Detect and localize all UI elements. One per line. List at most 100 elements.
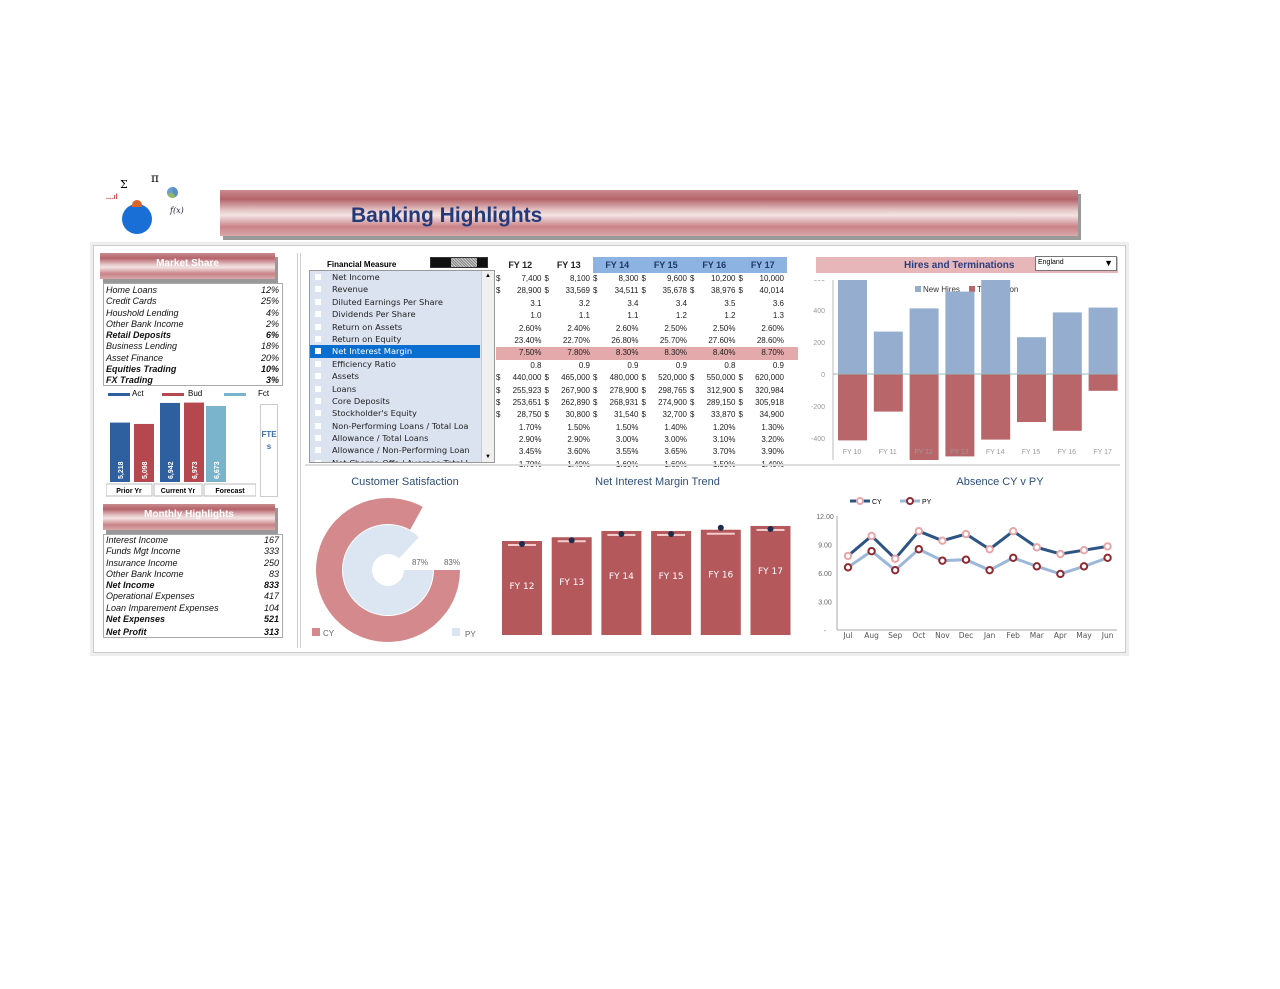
item-value: 333: [263, 546, 279, 557]
measure-option[interactable]: Net Charge-Offs / Average Total L: [310, 457, 494, 462]
year-header: FY 17: [738, 257, 787, 273]
scroll-control[interactable]: [430, 257, 488, 268]
table-cell: 3.4: [642, 298, 691, 310]
measure-option[interactable]: Core Deposits: [310, 395, 494, 407]
cell-value: 8.70%: [761, 348, 784, 358]
table-cell: 1.2: [642, 310, 691, 322]
cell-value: 274,900: [658, 397, 687, 407]
measure-option[interactable]: Assets: [310, 370, 494, 382]
cell-value: 2.60%: [761, 323, 784, 333]
y-tick-label: 3.00: [818, 600, 832, 607]
y-tick-label: -200: [811, 404, 825, 411]
cell-value: 3.4: [675, 298, 687, 308]
table-row: 2.60% 2.40% 2.60% 2.50% 2.50% 2.60%: [496, 323, 798, 335]
table-cell: $9,600: [642, 273, 691, 285]
table-cell: 0.9: [739, 360, 788, 372]
fte-side-label: FTEs: [260, 404, 278, 497]
point-CY: [938, 536, 947, 545]
fte-bar: 6,673: [206, 406, 226, 482]
table-cell: $38,976: [690, 285, 739, 297]
cell-value: 2.90%: [567, 435, 590, 445]
table-cell: 3.90%: [739, 446, 788, 458]
y-tick-label: -400: [811, 436, 825, 443]
table-cell: 3.2: [545, 298, 594, 310]
cell-value: 26.80%: [611, 335, 639, 345]
bar-highlight: [706, 532, 735, 535]
measure-option[interactable]: Net Interest Margin: [310, 345, 480, 358]
cell-value: 33,870: [711, 410, 736, 420]
cell-value: 35,678: [662, 286, 687, 296]
cell-value: 3.90%: [761, 447, 784, 457]
cell-value: 268,931: [609, 397, 639, 407]
item-value: 4%: [265, 307, 279, 318]
measure-option[interactable]: Return on Equity: [310, 333, 494, 345]
measure-option[interactable]: Diluted Earnings Per Share: [310, 296, 494, 308]
x-tick-label: FY 15: [1022, 449, 1041, 456]
fte-legend: Act Bud Fct: [106, 388, 286, 400]
measure-option[interactable]: Stockholder's Equity: [310, 407, 494, 419]
table-row: $440,000 $465,000 $480,000 $520,000 $550,000…: [496, 372, 798, 384]
measure-option[interactable]: Net Income: [310, 271, 494, 283]
table-cell: 3.5: [690, 298, 739, 310]
cell-value: 0.9: [627, 360, 639, 370]
cell-value: 1.1: [627, 311, 639, 321]
cell-value: 262,890: [561, 397, 590, 407]
region-select[interactable]: England ▼: [1035, 256, 1117, 271]
cell-value: 305,918: [755, 397, 784, 407]
point-PY: [938, 556, 947, 565]
point-CY: [867, 531, 876, 541]
table-cell: 23.40%: [496, 335, 545, 347]
table-cell: 1.40%: [642, 422, 691, 434]
point-PY: [914, 545, 924, 554]
measure-option[interactable]: Dividends Per Share: [310, 308, 494, 320]
measure-option[interactable]: Loans: [310, 383, 494, 395]
cell-value: 3.1: [530, 298, 542, 308]
y-tick-label: 600: [813, 280, 825, 283]
cy-ring: [316, 498, 460, 642]
table-cell: 22.70%: [545, 335, 594, 347]
item-value: 10%: [260, 364, 279, 375]
chevron-down-icon[interactable]: ▼: [1104, 258, 1113, 268]
item-label: Houshold Lending: [106, 307, 179, 318]
table-cell: 2.60%: [496, 323, 545, 335]
table-cell: 0.8: [496, 360, 545, 372]
measure-option[interactable]: Allowance / Non-Performing Loan: [310, 444, 494, 456]
listbox-scrollbar[interactable]: ▲ ▼: [481, 271, 494, 462]
hires-bar: [873, 331, 903, 374]
item-label: Equities Trading: [106, 364, 177, 375]
measure-option[interactable]: Revenue: [310, 283, 494, 295]
table-cell: $35,678: [642, 285, 691, 297]
currency-symbol: $: [641, 373, 646, 383]
hires-bar: [981, 280, 1011, 374]
x-tick-label: FY 11: [879, 449, 897, 456]
item-label: Credit Cards: [106, 296, 157, 307]
measure-option[interactable]: Non-Performing Loans / Total Loa: [310, 420, 494, 432]
currency-symbol: $: [641, 397, 646, 407]
measure-option[interactable]: Return on Assets: [310, 321, 494, 333]
region-select-value: England: [1038, 259, 1064, 266]
point-PY: [1032, 562, 1042, 571]
item-label: Net Profit: [106, 626, 147, 637]
measure-option[interactable]: Efficiency Ratio: [310, 358, 494, 370]
item-value: 3%: [265, 375, 279, 386]
item-value: 20%: [260, 352, 279, 363]
table-row: $28,750 $30,800 $31,540 $32,700 $33,870 $34,9…: [496, 409, 798, 421]
cell-value: 3.45%: [518, 447, 542, 457]
cell-value: 0.9: [675, 360, 687, 370]
monthly-title: Monthly Highlights: [144, 509, 234, 520]
hires-bar: [1088, 307, 1118, 374]
measure-option[interactable]: Allowance / Total Loans: [310, 432, 494, 444]
table-cell: 3.1: [496, 298, 545, 310]
x-tick-label: FY 12: [914, 449, 933, 456]
scroll-down-icon[interactable]: ▼: [485, 454, 491, 460]
x-tick-label: Oct: [912, 631, 925, 640]
measure-listbox[interactable]: Net Income Revenue Diluted Earnings Per Sh…: [309, 270, 495, 463]
table-cell: $278,900: [593, 385, 642, 397]
currency-symbol: $: [496, 410, 501, 420]
scroll-up-icon[interactable]: ▲: [485, 273, 491, 279]
table-cell: $10,000: [739, 273, 788, 285]
item-label: Home Loans: [106, 285, 158, 295]
cell-value: 1.2: [724, 311, 736, 321]
table-cell: $480,000: [593, 372, 642, 384]
table-cell: $33,569: [545, 285, 594, 297]
